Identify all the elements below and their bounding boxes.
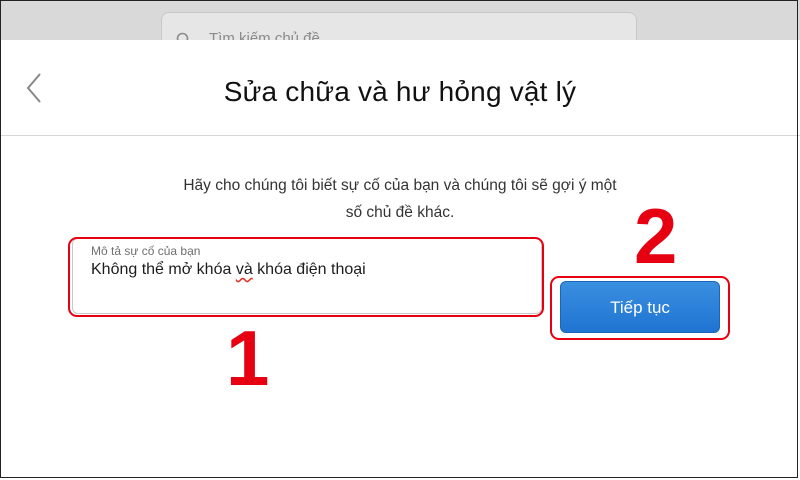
continue-button[interactable]: Tiếp tục: [560, 281, 720, 333]
step-number-2: 2: [634, 192, 678, 280]
issue-description-label: Mô tả sự cố của bạn: [91, 244, 201, 258]
instructions-text: Hãy cho chúng tôi biết sự cố của bạn và …: [150, 172, 650, 226]
issue-value-misspelled-word: và: [235, 261, 253, 278]
issue-description-value[interactable]: Không thể mở khóa và khóa điện thoại: [91, 261, 366, 279]
step-number-1: 1: [226, 314, 270, 402]
instructions-line-1: Hãy cho chúng tôi biết sự cố của bạn và …: [183, 177, 617, 194]
dialog-title: Sửa chữa và hư hỏng vật lý: [223, 76, 577, 107]
instructions-line-2: số chủ đề khác.: [345, 204, 455, 221]
issue-value-part-1: Không thể mở khóa: [91, 261, 236, 278]
issue-description-field[interactable]: Mô tả sự cố của bạn Không thể mở khóa và…: [72, 238, 542, 314]
issue-value-part-2: khóa điện thoại: [252, 261, 366, 278]
dialog-header: Sửa chữa và hư hỏng vật lý: [0, 40, 800, 136]
